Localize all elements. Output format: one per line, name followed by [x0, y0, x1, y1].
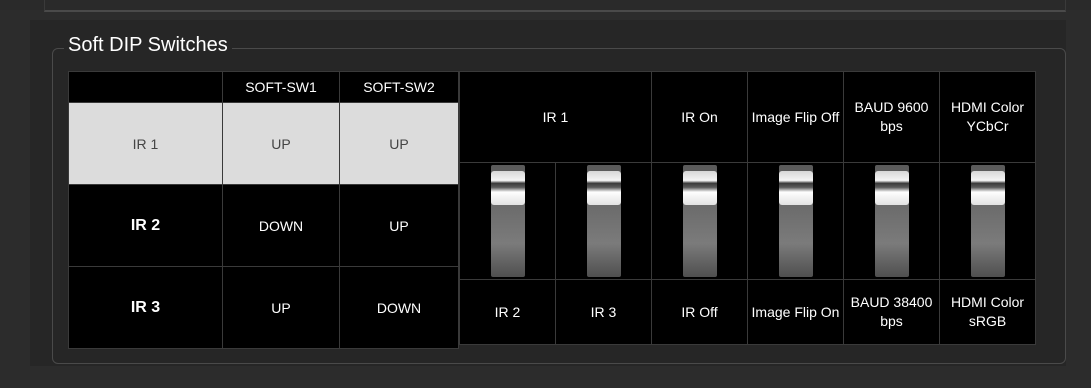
- switch-slider-1[interactable]: [490, 165, 525, 277]
- section-title: Soft DIP Switches: [64, 34, 232, 57]
- label-ir-on: IR On: [651, 71, 748, 163]
- switch-bottom-labels: IR 2 IR 3 IR Off Image Flip On BAUD 3840…: [459, 279, 1036, 345]
- page-background: Soft DIP Switches SOFT-SW1 SOFT-SW2 IR 1…: [0, 0, 1091, 388]
- label-hdmi-srgb: HDMI Color sRGB: [939, 279, 1036, 345]
- switch-cell[interactable]: [843, 162, 940, 280]
- switch-knob[interactable]: [874, 171, 909, 205]
- switch-knob[interactable]: [586, 171, 621, 205]
- switch-row: [459, 162, 1036, 280]
- previous-panel-edge: [44, 0, 1066, 12]
- label-ir3: IR 3: [555, 279, 652, 345]
- switch-knob[interactable]: [682, 171, 717, 205]
- table-row-ir2[interactable]: IR 2 DOWN UP: [68, 184, 459, 267]
- switch-top-labels: IR 1 IR On Image Flip Off BAUD 9600 bps …: [459, 71, 1036, 163]
- label-ir-pair-top: IR 1: [459, 71, 652, 163]
- label-image-flip-off: Image Flip Off: [747, 71, 844, 163]
- row-sw2-value[interactable]: UP: [339, 184, 459, 267]
- dip-switch-grid: IR 1 IR On Image Flip Off BAUD 9600 bps …: [459, 71, 1036, 345]
- label-baud-9600: BAUD 9600 bps: [843, 71, 940, 163]
- switch-cell[interactable]: [651, 162, 748, 280]
- table-row-ir3[interactable]: IR 3 UP DOWN: [68, 266, 459, 349]
- row-sw1-value[interactable]: DOWN: [222, 184, 340, 267]
- table-header-row: SOFT-SW1 SOFT-SW2: [68, 71, 459, 103]
- label-ir2: IR 2: [459, 279, 556, 345]
- switch-cell[interactable]: [555, 162, 652, 280]
- switch-slider-4[interactable]: [778, 165, 813, 277]
- switch-cell[interactable]: [459, 162, 556, 280]
- label-hdmi-ycbcr: HDMI Color YCbCr: [939, 71, 1036, 163]
- ir-mode-table: SOFT-SW1 SOFT-SW2 IR 1 UP UP IR 2 DOWN U…: [68, 71, 459, 349]
- row-label[interactable]: IR 2: [68, 184, 223, 267]
- row-sw1-value[interactable]: UP: [222, 266, 340, 349]
- label-image-flip-on: Image Flip On: [747, 279, 844, 345]
- row-sw2-value[interactable]: UP: [339, 102, 459, 185]
- row-sw1-value[interactable]: UP: [222, 102, 340, 185]
- switch-knob[interactable]: [970, 171, 1005, 205]
- switch-slider-3[interactable]: [682, 165, 717, 277]
- table-row-ir1[interactable]: IR 1 UP UP: [68, 102, 459, 185]
- switch-slider-2[interactable]: [586, 165, 621, 277]
- label-baud-38400: BAUD 38400 bps: [843, 279, 940, 345]
- header-soft-sw2: SOFT-SW2: [339, 71, 459, 103]
- switch-slider-5[interactable]: [874, 165, 909, 277]
- row-sw2-value[interactable]: DOWN: [339, 266, 459, 349]
- row-label[interactable]: IR 1: [68, 102, 223, 185]
- switch-knob[interactable]: [778, 171, 813, 205]
- switch-cell[interactable]: [747, 162, 844, 280]
- switch-knob[interactable]: [490, 171, 525, 205]
- switch-cell[interactable]: [939, 162, 1036, 280]
- switch-slider-6[interactable]: [970, 165, 1005, 277]
- header-soft-sw1: SOFT-SW1: [222, 71, 340, 103]
- label-ir-off: IR Off: [651, 279, 748, 345]
- header-empty: [68, 71, 223, 103]
- row-label[interactable]: IR 3: [68, 266, 223, 349]
